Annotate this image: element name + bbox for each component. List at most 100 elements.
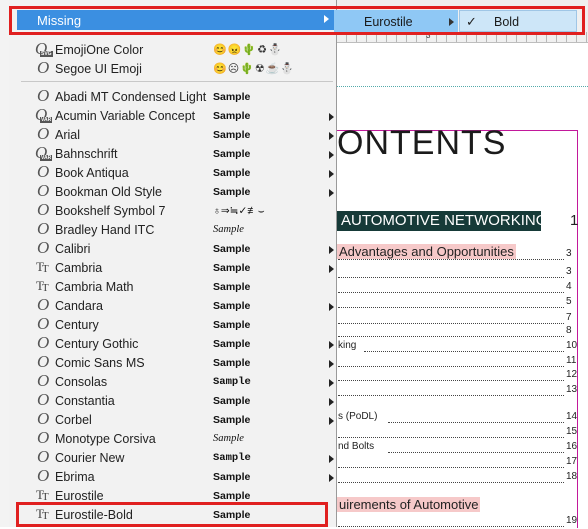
toc-page-number: 13 bbox=[566, 384, 578, 395]
font-sample: Sample bbox=[213, 414, 251, 426]
toc-entry[interactable]: 3 bbox=[338, 248, 578, 262]
font-type-icon: O bbox=[35, 238, 53, 257]
toc-page-number: 14 bbox=[566, 411, 578, 422]
font-item[interactable]: T T Cambria Math Sample bbox=[17, 278, 335, 297]
font-name: Century Gothic bbox=[55, 337, 139, 351]
toc-leader bbox=[338, 292, 564, 293]
font-item[interactable]: O SVG EmojiOne Color 😊😠🌵♻⛄ bbox=[17, 39, 335, 60]
toc-page-number: 7 bbox=[566, 312, 572, 323]
font-item[interactable]: O VAR Acumin Variable Concept Sample bbox=[17, 105, 335, 126]
font-item[interactable]: O Bookman Old Style Sample bbox=[17, 181, 335, 202]
font-name: Comic Sans MS bbox=[55, 356, 145, 370]
toc-entry[interactable]: nd Bolts 16 bbox=[338, 441, 578, 455]
chevron-right-icon bbox=[329, 113, 334, 121]
toc-leader bbox=[338, 437, 564, 438]
opentype-font-icon: O bbox=[37, 181, 50, 200]
font-sample: Sample bbox=[213, 490, 251, 502]
font-item[interactable]: O Courier New Sample bbox=[17, 447, 335, 468]
font-name: Courier New bbox=[55, 451, 125, 465]
toc-entry[interactable]: 17 bbox=[338, 456, 578, 470]
font-item[interactable]: O Ebrima Sample bbox=[17, 466, 335, 487]
toc-leader bbox=[338, 259, 564, 260]
font-menu[interactable]: Missing O SVG EmojiOne Color 😊😠🌵♻⛄ O Segoe UI… bbox=[9, 0, 337, 527]
toc-page-number: 16 bbox=[566, 441, 578, 452]
font-name: Consolas bbox=[55, 375, 108, 389]
font-name: Book Antiqua bbox=[55, 166, 129, 180]
font-type-icon: O bbox=[35, 181, 53, 200]
opentype-font-icon: O bbox=[37, 333, 50, 352]
font-name: Arial bbox=[55, 128, 81, 142]
font-item[interactable]: O Century Gothic Sample bbox=[17, 333, 335, 354]
toc-entry[interactable]: 7 bbox=[338, 312, 578, 326]
chevron-right-icon bbox=[329, 246, 334, 254]
toc-entry[interactable]: 8 bbox=[338, 325, 578, 339]
font-item[interactable]: O Bradley Hand ITC Sample bbox=[17, 219, 335, 240]
font-type-icon: O bbox=[35, 86, 53, 105]
toc-leader bbox=[364, 351, 564, 352]
font-sample: Sample bbox=[213, 224, 244, 235]
font-item[interactable]: O Monotype Corsiva Sample bbox=[17, 428, 335, 449]
toc-page-number: 12 bbox=[566, 369, 578, 380]
toc-entry[interactable]: s (PoDL) 14 bbox=[338, 411, 578, 425]
font-type-icon: O SVG bbox=[35, 39, 53, 58]
font-type-icon: O bbox=[35, 162, 53, 181]
toc-entry[interactable]: 11 bbox=[338, 355, 578, 369]
truetype-font-icon: TT bbox=[36, 259, 49, 275]
toc-page-number: 5 bbox=[566, 296, 572, 307]
font-item[interactable]: T T Cambria Sample bbox=[17, 259, 335, 278]
toc-entry[interactable]: 12 bbox=[338, 369, 578, 383]
font-item[interactable]: O Calibri Sample bbox=[17, 238, 335, 259]
toc-entry[interactable]: 18 bbox=[338, 471, 578, 485]
font-sample: Sample bbox=[213, 357, 251, 369]
font-type-icon: O bbox=[35, 58, 53, 77]
chevron-right-icon bbox=[329, 189, 334, 197]
font-sample: Sample bbox=[213, 319, 251, 331]
toc-entry[interactable]: king 10 bbox=[338, 340, 578, 354]
font-item[interactable]: O Segoe UI Emoji 😊☹🌵☢☕⛄ bbox=[17, 58, 335, 79]
toc-page-number: 10 bbox=[566, 340, 578, 351]
font-item[interactable]: O Book Antiqua Sample bbox=[17, 162, 335, 183]
toc-entry[interactable]: 13 bbox=[338, 384, 578, 398]
toc-entry[interactable]: 4 bbox=[338, 281, 578, 295]
font-item[interactable]: O Abadi MT Condensed Light Sample bbox=[17, 86, 335, 107]
font-item[interactable]: O Arial Sample bbox=[17, 124, 335, 145]
chevron-right-icon bbox=[329, 398, 334, 406]
font-item[interactable]: O Consolas Sample bbox=[17, 371, 335, 392]
opentype-font-icon: O bbox=[37, 162, 50, 181]
font-type-icon: O bbox=[35, 219, 53, 238]
font-sample: Sample bbox=[213, 262, 251, 274]
toc-entry[interactable]: 3 bbox=[338, 266, 578, 280]
chevron-right-icon bbox=[329, 360, 334, 368]
font-item[interactable]: O Corbel Sample bbox=[17, 409, 335, 430]
font-name: Candara bbox=[55, 299, 103, 313]
toc-entry[interactable]: 15 bbox=[338, 426, 578, 440]
font-name: Acumin Variable Concept bbox=[55, 109, 196, 123]
font-sample: Sample bbox=[213, 300, 251, 312]
font-sample: Sample bbox=[213, 433, 244, 444]
toc-entry-text: s (PoDL) bbox=[338, 411, 378, 422]
section-heading[interactable]: AUTOMOTIVE NETWORKING bbox=[337, 211, 541, 231]
font-type-icon: TT bbox=[35, 278, 53, 295]
sub-heading[interactable]: uirements of Automotive bbox=[337, 497, 481, 512]
toc-leader bbox=[338, 277, 564, 278]
variable-font-icon: O VAR bbox=[35, 105, 53, 124]
font-item[interactable]: O Candara Sample bbox=[17, 295, 335, 316]
font-name: Corbel bbox=[55, 413, 92, 427]
toc-leader bbox=[338, 336, 564, 337]
opentype-font-icon: O bbox=[37, 371, 50, 390]
font-item[interactable]: O Century Sample bbox=[17, 314, 335, 335]
toc-entry[interactable]: 5 bbox=[338, 296, 578, 310]
font-item[interactable]: O Constantia Sample bbox=[17, 390, 335, 411]
opentype-font-icon: O bbox=[37, 409, 50, 428]
font-item[interactable]: O VAR Bahnschrift Sample bbox=[17, 143, 335, 164]
font-name: Ebrima bbox=[55, 470, 95, 484]
font-item[interactable]: O Bookshelf Symbol 7 ♁⇒≒✓≢⌣ bbox=[17, 200, 335, 221]
section-page-number: 1 bbox=[570, 212, 579, 229]
guide-line bbox=[336, 86, 588, 87]
font-type-icon: O bbox=[35, 352, 53, 371]
toc-title[interactable]: ONTENTS bbox=[337, 124, 506, 163]
opentype-font-icon: O bbox=[37, 352, 50, 371]
toc-page-number: 18 bbox=[566, 471, 578, 482]
font-item[interactable]: O Comic Sans MS Sample bbox=[17, 352, 335, 373]
chevron-right-icon bbox=[329, 417, 334, 425]
